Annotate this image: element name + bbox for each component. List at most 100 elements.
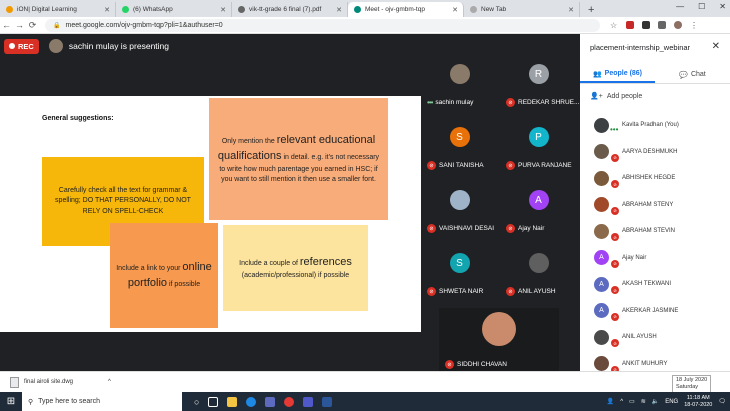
add-people-label: Add people (606, 92, 643, 100)
tooltip-day: Saturday (676, 383, 699, 390)
puzzle-icon[interactable] (658, 21, 666, 29)
people-panel: placement-internship_webinar ✕ 👥 People … (580, 34, 730, 374)
language-indicator[interactable]: ENG (665, 399, 678, 405)
task-view-icon[interactable]: ○ (194, 397, 199, 407)
tab-favicon-icon (354, 6, 361, 13)
tab-close-icon[interactable]: ✕ (104, 6, 110, 14)
menu-icon[interactable]: ⋮ (690, 21, 698, 30)
box2-pre: Only mention the (221, 137, 277, 145)
participant-tile[interactable]: P ⊘ PURVA RANJANE (500, 119, 577, 182)
browser-tab[interactable]: (6) WhatsApp ✕ (116, 2, 232, 17)
windows-start-icon[interactable]: ⊞ (0, 396, 22, 407)
participant-tile[interactable]: S ⊘ SANI TANISHA (421, 119, 498, 182)
forward-icon[interactable]: → (13, 20, 26, 30)
people-list-item[interactable]: A ⊘ AKASH TEKWANI (580, 271, 730, 298)
participant-tile[interactable]: R ⊘ REDEKAR SHRUE... (500, 56, 579, 119)
participant-name-row: ⊘ Ajay Nair (506, 224, 544, 233)
slide-heading: General suggestions: (42, 115, 114, 122)
participant-tile[interactable]: ••• sachin mulay (421, 56, 498, 119)
participant-photo (449, 64, 470, 84)
person-name: ABHISHEK HEGDE (622, 175, 676, 182)
person-name: ANIL AYUSH (622, 334, 657, 341)
user-icon[interactable]: 👤 (607, 398, 614, 405)
extension-icon[interactable] (642, 21, 650, 29)
participant-tile[interactable]: ⊘ SIDDHI CHAVAN (439, 308, 559, 371)
participant-tile[interactable]: S ⊘ SHWETA NAIR (421, 245, 498, 308)
people-list-item[interactable]: A ⊘ Ajay Nair (580, 245, 730, 272)
avatar-initial: R (534, 68, 543, 80)
people-list-item[interactable]: ⊘ ABRAHAM STEVIN (580, 218, 730, 245)
wifi-icon[interactable]: ≋ (641, 398, 646, 405)
mic-muted-icon: ⊘ (611, 180, 619, 188)
volume-icon[interactable]: 🔈 (652, 398, 659, 405)
battery-icon[interactable]: ▭ (629, 398, 635, 405)
store-icon[interactable] (265, 396, 276, 407)
meeting-title: placement-internship_webinar (590, 43, 691, 52)
back-icon[interactable]: ← (0, 20, 13, 30)
tab-title: iON| Digital Learning (17, 6, 77, 13)
people-list-item[interactable]: ••• Kavita Pradhan (You) (580, 112, 730, 139)
profile-avatar[interactable] (674, 21, 682, 29)
minimize-icon[interactable]: — (676, 2, 684, 11)
task-switch-icon[interactable] (208, 396, 219, 407)
people-list-item[interactable]: A ⊘ AKERKAR JASMINE (580, 298, 730, 325)
url-field[interactable]: 🔒 meet.google.com/ojv-gmbm-tqp?pli=1&aut… (45, 18, 600, 32)
tab-chat[interactable]: 💬 Chat (655, 66, 730, 83)
tab-close-icon[interactable]: ✕ (568, 6, 574, 14)
people-icon: 👥 (592, 70, 602, 78)
participant-tile[interactable]: A ⊘ Ajay Nair (500, 182, 577, 245)
participant-tile[interactable]: ⊘ VAISHNAVI DESAI (421, 182, 498, 245)
participant-avatar: A (528, 190, 549, 210)
download-item[interactable]: final airoli site.dwg ^ (10, 376, 111, 388)
participant-name: PURVA RANJANE (518, 162, 572, 169)
participant-tile[interactable]: ⊘ ANIL AYUSH (500, 245, 577, 308)
teams-icon[interactable] (303, 396, 314, 407)
new-tab-button[interactable]: + (580, 2, 602, 17)
tab-close-icon[interactable]: ✕ (452, 6, 458, 14)
participant-photo (482, 312, 516, 346)
close-window-icon[interactable]: ✕ (719, 2, 726, 11)
meet-window: REC sachin mulay is presenting General s… (0, 34, 730, 374)
close-panel-icon[interactable]: ✕ (712, 41, 720, 52)
pdf-extension-icon[interactable] (626, 21, 634, 29)
person-avatar: A (594, 250, 609, 266)
participant-photo (449, 190, 470, 210)
box-references-text: Include a couple of references (academic… (229, 255, 362, 281)
taskbar-search[interactable]: ⚲ Type here to search (22, 392, 182, 411)
meet-topbar: REC sachin mulay is presenting (0, 34, 580, 58)
mic-muted-icon: ⊘ (427, 224, 436, 233)
chevron-up-icon[interactable]: ^ (108, 379, 111, 385)
download-filename: final airoli site.dwg (24, 379, 74, 385)
browser-tab[interactable]: vik-tt-grade 6 final (7).pdf ✕ (232, 2, 348, 17)
people-list-item[interactable]: ⊘ AARYA DESHMUKH (580, 139, 730, 166)
participant-name-row: ⊘ SHWETA NAIR (427, 287, 483, 296)
chevron-up-tray-icon[interactable]: ^ (620, 399, 623, 405)
browser-tab[interactable]: New Tab ✕ (464, 2, 580, 17)
participant-name-row: ⊘ REDEKAR SHRUE... (506, 98, 579, 107)
person-name: AKERKAR JASMINE (622, 307, 679, 314)
participant-name-row: ⊘ PURVA RANJANE (506, 161, 572, 170)
word-icon[interactable] (322, 396, 333, 407)
avatar-initial: S (456, 131, 463, 143)
tab-close-icon[interactable]: ✕ (336, 6, 342, 14)
people-list-item[interactable]: ⊘ ABRAHAM STENY (580, 192, 730, 219)
edge-icon[interactable] (246, 396, 257, 407)
add-people-button[interactable]: 👤+ Add people (590, 92, 643, 101)
person-name: AARYA DESHMUKH (622, 148, 678, 155)
people-list-item[interactable]: ⊘ ANIL AYUSH (580, 324, 730, 351)
star-icon[interactable]: ☆ (610, 21, 618, 30)
tab-people[interactable]: 👥 People (86) (580, 66, 655, 83)
person-name: ABRAHAM STEVIN (622, 228, 676, 235)
tab-close-icon[interactable]: ✕ (220, 6, 226, 14)
notifications-icon[interactable]: 🗨 (718, 398, 726, 405)
reload-icon[interactable]: ⟳ (26, 20, 39, 31)
file-explorer-icon[interactable] (227, 396, 238, 407)
chrome-icon[interactable] (284, 396, 295, 407)
clock[interactable]: 11:18 AM 18-07-2020 (684, 395, 712, 408)
browser-tab[interactable]: iON| Digital Learning ✕ (0, 2, 116, 17)
rec-label: REC (18, 41, 34, 51)
people-list-item[interactable]: ⊘ ABHISHEK HEGDE (580, 165, 730, 192)
participant-photo (528, 253, 549, 273)
browser-tab[interactable]: Meet - ojv-gmbm-tqp ✕ (348, 2, 464, 17)
maximize-icon[interactable]: ☐ (698, 2, 705, 11)
